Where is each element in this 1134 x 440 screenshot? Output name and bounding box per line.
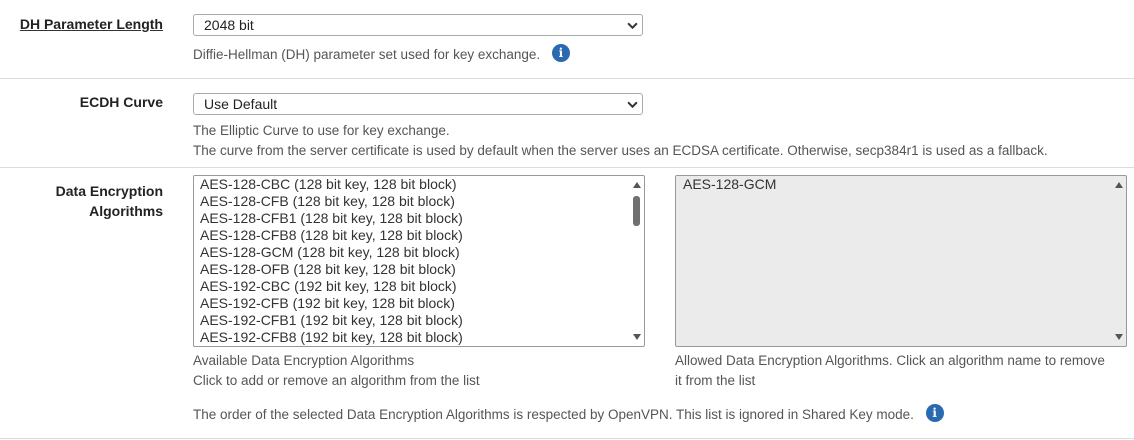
allowed-help-1: Allowed Data Encryption Algorithms. Clic… bbox=[675, 353, 1105, 368]
allowed-algorithms-list[interactable]: AES-128-GCM bbox=[675, 175, 1127, 347]
data-encryption-label-line1: Data Encryption bbox=[55, 183, 163, 199]
list-item[interactable]: AES-128-CFB (128 bit key, 128 bit block) bbox=[194, 193, 644, 210]
ecdh-curve-label: ECDH Curve bbox=[79, 94, 163, 110]
chevron-down-icon bbox=[627, 101, 638, 109]
data-encryption-label-line2: Algorithms bbox=[89, 203, 163, 219]
dh-parameter-row: DH Parameter Length 2048 bit Diffie-Hell… bbox=[0, 0, 1134, 79]
scroll-thumb[interactable] bbox=[633, 196, 640, 226]
ecdh-curve-select[interactable]: Use Default bbox=[193, 93, 643, 115]
scroll-up-icon[interactable] bbox=[1115, 182, 1123, 188]
order-note: The order of the selected Data Encryptio… bbox=[193, 404, 944, 425]
order-note-text: The order of the selected Data Encryptio… bbox=[193, 407, 914, 422]
list-item[interactable]: AES-192-CBC (192 bit key, 128 bit block) bbox=[194, 278, 644, 295]
available-algorithms-items: AES-128-CBC (128 bit key, 128 bit block)… bbox=[194, 176, 644, 346]
list-item[interactable]: AES-128-GCM bbox=[677, 176, 1126, 193]
info-icon[interactable]: i bbox=[551, 44, 570, 63]
list-item[interactable]: AES-192-CFB1 (192 bit key, 128 bit block… bbox=[194, 312, 644, 329]
allowed-algorithms-items: AES-128-GCM bbox=[676, 176, 1126, 193]
scroll-down-icon[interactable] bbox=[1115, 334, 1123, 340]
allowed-scrollbar[interactable] bbox=[1112, 176, 1126, 346]
dh-parameter-select[interactable]: 2048 bit bbox=[193, 14, 643, 36]
scroll-up-icon[interactable] bbox=[633, 182, 641, 188]
chevron-down-icon bbox=[627, 22, 638, 30]
available-help-1: Available Data Encryption Algorithms bbox=[193, 353, 415, 368]
dh-parameter-help: Diffie-Hellman (DH) parameter set used f… bbox=[193, 44, 570, 65]
available-scrollbar[interactable] bbox=[630, 176, 644, 346]
dh-parameter-value: 2048 bit bbox=[204, 17, 254, 33]
list-item[interactable]: AES-192-CFB (192 bit key, 128 bit block) bbox=[194, 295, 644, 312]
data-encryption-label: Data Encryption Algorithms bbox=[56, 181, 163, 221]
list-item[interactable]: AES-128-CFB8 (128 bit key, 128 bit block… bbox=[194, 227, 644, 244]
list-item[interactable]: AES-192-CFB8 (192 bit key, 128 bit block… bbox=[194, 329, 644, 346]
list-item[interactable]: AES-128-CFB1 (128 bit key, 128 bit block… bbox=[194, 210, 644, 227]
dh-parameter-label: DH Parameter Length bbox=[19, 16, 163, 32]
data-encryption-row: Data Encryption Algorithms AES-128-CBC (… bbox=[0, 168, 1134, 439]
available-help-2: Click to add or remove an algorithm from… bbox=[193, 373, 480, 388]
info-icon[interactable]: i bbox=[925, 404, 944, 423]
list-item[interactable]: AES-128-OFB (128 bit key, 128 bit block) bbox=[194, 261, 644, 278]
ecdh-curve-help-2: The curve from the server certificate is… bbox=[193, 143, 1048, 158]
list-item[interactable]: AES-128-CBC (128 bit key, 128 bit block) bbox=[194, 176, 644, 193]
scroll-down-icon[interactable] bbox=[633, 334, 641, 340]
ecdh-curve-value: Use Default bbox=[204, 96, 278, 112]
allowed-help-2: it from the list bbox=[675, 373, 756, 388]
ecdh-curve-row: ECDH Curve Use Default The Elliptic Curv… bbox=[0, 79, 1134, 168]
available-algorithms-list[interactable]: AES-128-CBC (128 bit key, 128 bit block)… bbox=[193, 175, 645, 347]
dh-parameter-help-text: Diffie-Hellman (DH) parameter set used f… bbox=[193, 47, 541, 62]
ecdh-curve-help-1: The Elliptic Curve to use for key exchan… bbox=[193, 123, 450, 138]
list-item[interactable]: AES-128-GCM (128 bit key, 128 bit block) bbox=[194, 244, 644, 261]
